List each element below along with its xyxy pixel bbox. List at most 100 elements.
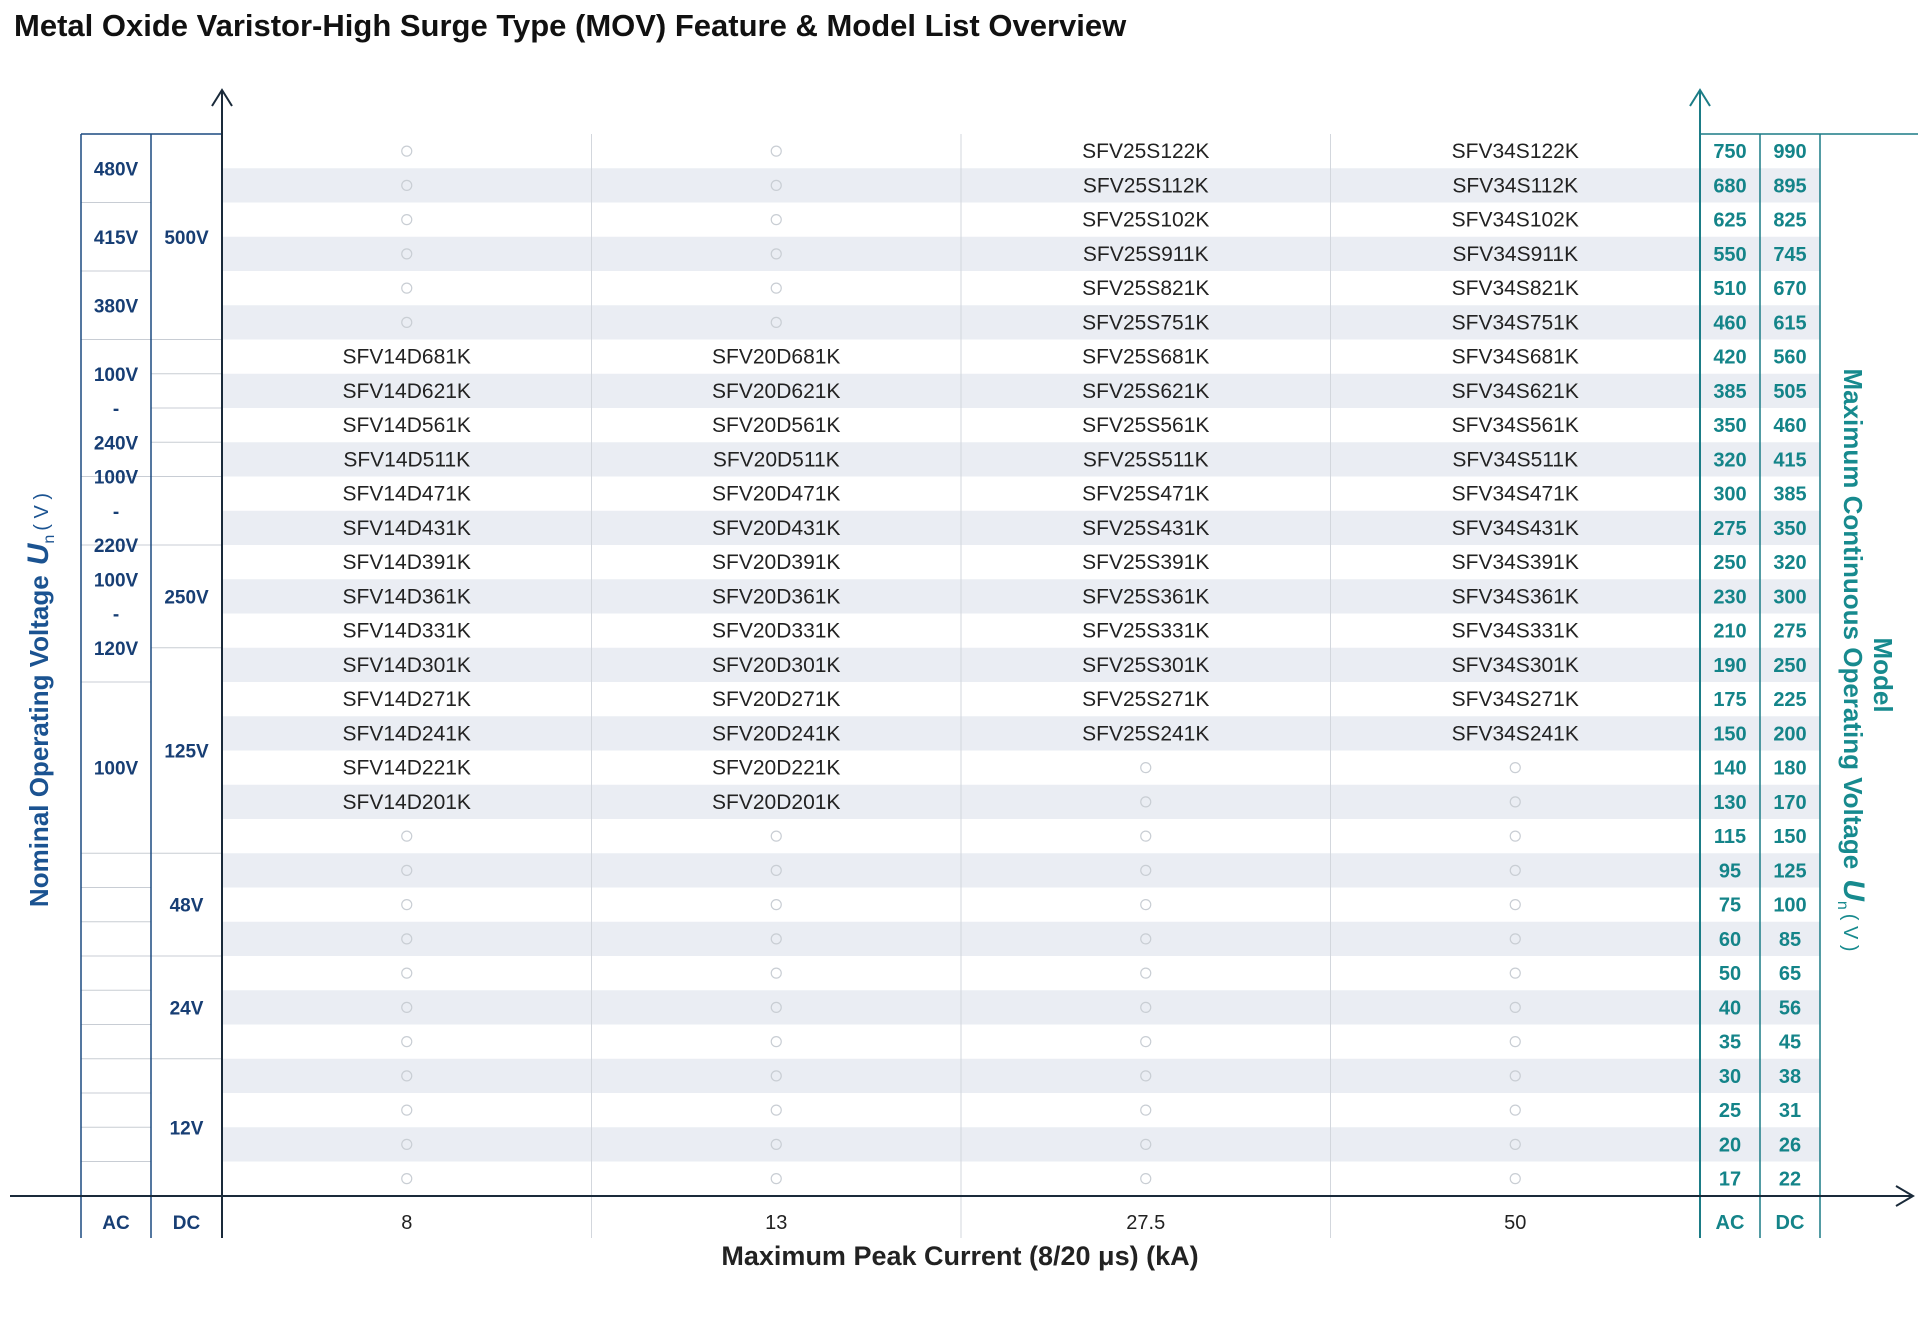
right-axis-subscript: n [1834,901,1851,910]
ac-value: 20 [1719,1134,1741,1156]
left-axis-subscript: n [41,535,58,544]
dc-value: 38 [1779,1066,1801,1088]
model-cell: SFV25S122K [1082,140,1209,163]
empty-marker [1509,830,1521,842]
ac-group-label: 480V [94,159,139,180]
ac-value: 420 [1713,347,1746,369]
empty-marker [770,282,782,294]
empty-marker [401,967,413,979]
dc-value: 100 [1773,895,1806,917]
empty-marker [770,830,782,842]
model-cell: SFV25S431K [1082,517,1209,540]
empty-marker [1140,830,1152,842]
model-cell: SFV34S122K [1452,140,1579,163]
model-cell: SFV20D471K [712,483,840,506]
model-cell: SFV34S681K [1452,346,1579,369]
model-cell: SFV20D561K [712,414,840,437]
model-cell: SFV20D431K [712,517,840,540]
left-axis-title: Nominal Operating Voltage Un ( V ) [22,493,58,907]
model-cell: SFV20D391K [712,551,840,574]
right-axis-text: Maximum Continuous Operating Voltage [1838,368,1868,869]
model-cell: SFV14D471K [343,483,471,506]
empty-marker [1509,1104,1521,1116]
model-cell: SFV20D361K [712,585,840,608]
model-cell: SFV34S271K [1452,688,1579,711]
model-cell: SFV25S241K [1082,722,1209,745]
left-axis-symbol: U [22,542,55,565]
left-footer-ac: AC [102,1213,130,1234]
model-cell: SFV14D511K [343,448,470,471]
dc-value: 150 [1773,826,1806,848]
dc-value: 56 [1779,997,1801,1019]
empty-marker [770,899,782,911]
ac-value: 210 [1713,621,1746,643]
model-cell: SFV20D681K [712,346,840,369]
model-cell: SFV20D511K [713,448,840,471]
empty-marker [401,145,413,157]
dc-value: 460 [1773,415,1806,437]
dc-value: 85 [1779,929,1801,951]
dc-value: 615 [1773,312,1806,334]
right-axis-symbol: U [1837,879,1870,902]
ac-value: 385 [1713,381,1746,403]
dc-value: 22 [1779,1169,1801,1191]
ac-value: 175 [1713,689,1746,711]
model-cell: SFV20D301K [712,654,840,677]
model-cell: SFV34S751K [1452,311,1579,334]
model-cell: SFV25S751K [1082,311,1209,334]
model-cell: SFV34S112K [1452,174,1578,197]
model-cell: SFV34S471K [1452,483,1579,506]
model-cell: SFV14D301K [343,654,471,677]
model-cell: SFV14D201K [343,791,471,814]
dc-value: 385 [1773,484,1806,506]
dc-value: 895 [1773,175,1806,197]
model-cell: SFV14D331K [343,620,471,643]
dc-group-label: 500V [164,228,209,249]
model-cell: SFV25S561K [1082,414,1209,437]
model-cell: SFV34S621K [1452,380,1579,403]
ac-value: 275 [1713,518,1746,540]
model-cell: SFV34S331K [1452,620,1579,643]
model-cell: SFV14D391K [343,551,471,574]
model-cell: SFV14D271K [343,688,471,711]
model-cell: SFV34S361K [1452,585,1579,608]
empty-marker [1509,899,1521,911]
model-cell: SFV20D241K [712,722,840,745]
model-overview-table: SFV25S122K SFV34S122K SFV25S112K SFV34S112K… [10,88,1918,1271]
empty-marker [1509,967,1521,979]
ac-value: 550 [1713,244,1746,266]
empty-marker [401,830,413,842]
dc-value: 200 [1773,723,1806,745]
dc-value: 990 [1773,141,1806,163]
empty-marker [401,1036,413,1048]
model-cell: SFV20D221K [712,757,840,780]
model-cell: SFV14D561K [343,414,471,437]
x-tick-label: 8 [401,1212,412,1234]
empty-marker [770,214,782,226]
model-cell: SFV25S681K [1082,346,1209,369]
ac-value: 115 [1714,826,1746,848]
model-cell: SFV34S431K [1452,517,1579,540]
dc-value: 170 [1773,792,1806,814]
dc-value: 505 [1773,381,1806,403]
dc-value: 745 [1773,244,1806,266]
model-cell: SFV25S621K [1082,380,1209,403]
empty-marker [770,1173,782,1185]
dc-value: 45 [1779,1032,1801,1054]
ac-value: 150 [1713,723,1746,745]
ac-value: 350 [1713,415,1746,437]
ac-value: 510 [1713,278,1746,300]
model-cell: SFV25S301K [1082,654,1209,677]
model-cell: SFV14D621K [343,380,471,403]
ac-value: 25 [1719,1100,1741,1122]
empty-marker [401,899,413,911]
ac-group-label: 120V [94,639,139,660]
nominal-voltage-columns: 480V 415V 380V 100V - 240V 100V - 220V 100V - 120V 1… [80,133,222,1238]
empty-marker [1140,1036,1152,1048]
empty-marker [1140,762,1152,774]
dc-group-label: 250V [164,587,209,608]
empty-marker [1140,967,1152,979]
ac-group-label: 380V [94,296,139,317]
dc-value: 275 [1773,621,1806,643]
model-cell: SFV20D271K [712,688,840,711]
